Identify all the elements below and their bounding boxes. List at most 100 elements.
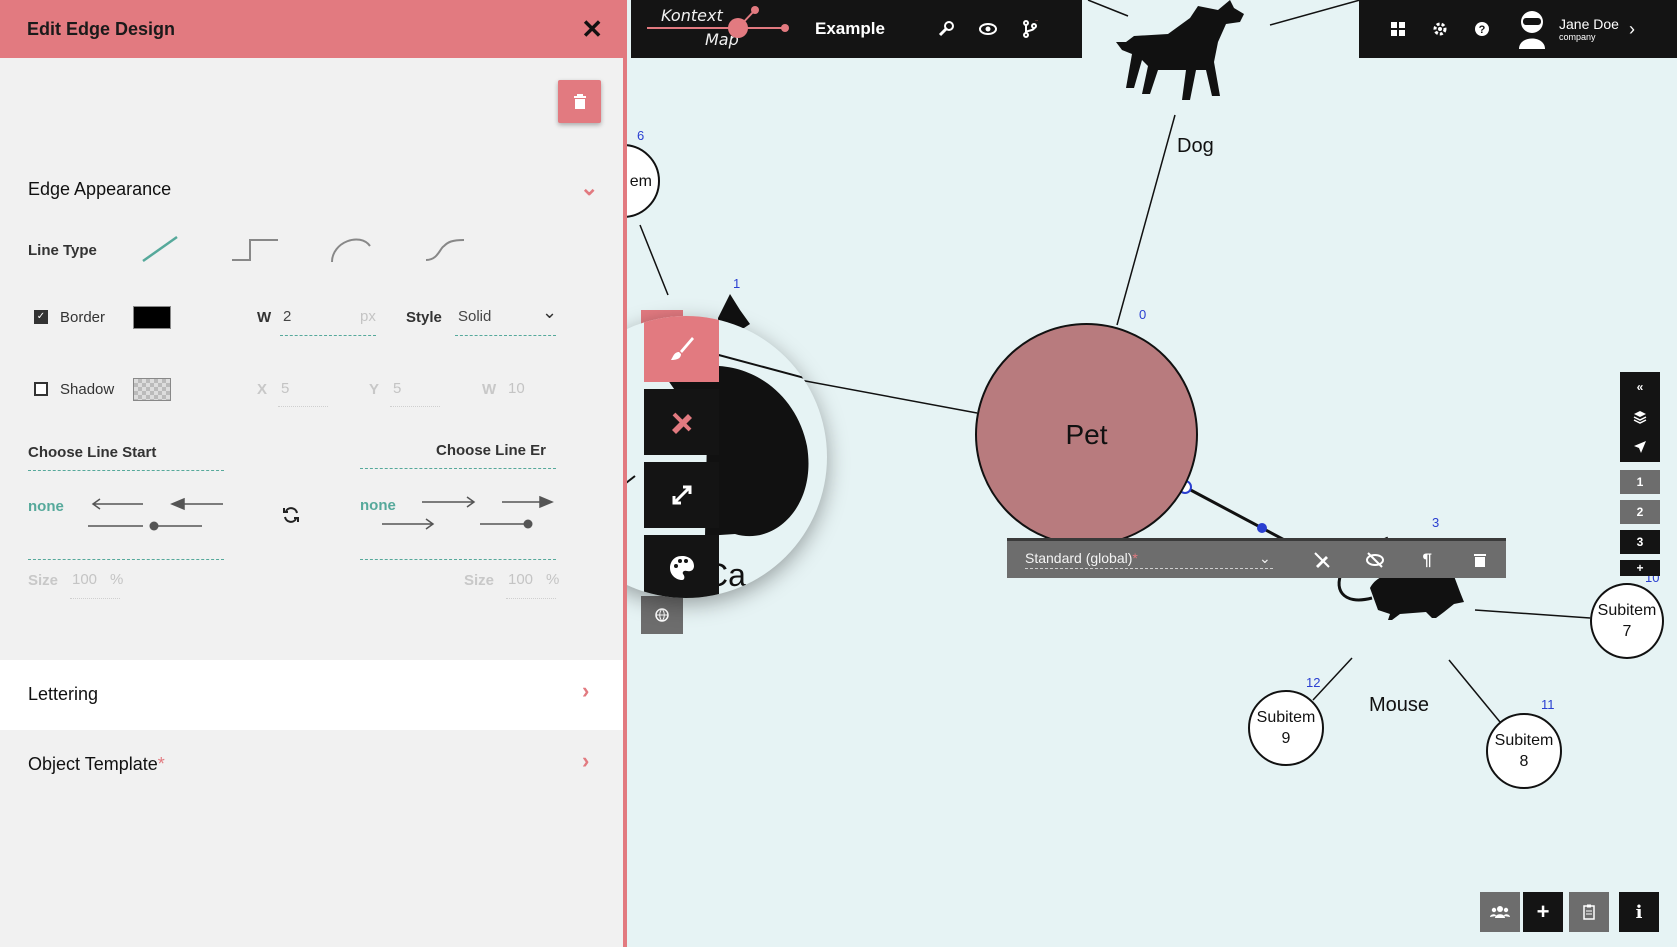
border-style-label: Style — [406, 309, 442, 326]
line-type-s-curve-option[interactable] — [424, 236, 466, 264]
edge-design-select[interactable]: Standard (global)* ⌄ — [1025, 550, 1273, 569]
add-level-button[interactable]: + — [1620, 560, 1660, 576]
shadow-y-input[interactable]: 5 — [393, 380, 401, 397]
map-title[interactable]: Example — [815, 19, 925, 39]
line-end-underline — [360, 468, 556, 469]
line-start-size-underline — [70, 598, 120, 599]
check-icon: ✓ — [36, 311, 46, 322]
node-subitem8[interactable]: Subitem 8 — [1486, 713, 1562, 789]
line-type-straight-option[interactable] — [140, 234, 180, 264]
edit-edge-design-panel: Edit Edge Design ✕ Edge Appearance ⌄ Lin… — [0, 0, 627, 947]
chevron-right-icon: › — [582, 678, 590, 703]
node-pet-label: Pet — [1065, 419, 1108, 450]
eye-slash-icon — [1365, 551, 1384, 568]
info-button[interactable]: i — [1619, 892, 1659, 932]
delete-design-button[interactable] — [558, 80, 601, 123]
navigate-button[interactable] — [1620, 432, 1660, 462]
edge-design-select-value: Standard (global) — [1025, 550, 1133, 566]
expand-arrows-icon — [672, 485, 691, 505]
node-pet[interactable]: Pet — [975, 323, 1198, 546]
clipboard-button[interactable] — [1569, 892, 1609, 932]
settings-button[interactable] — [1419, 0, 1461, 58]
shadow-x-label: X — [257, 381, 268, 398]
section-edge-appearance[interactable]: Edge Appearance — [28, 179, 171, 200]
help-button[interactable]: ? — [1461, 0, 1503, 58]
view-button[interactable] — [967, 0, 1009, 58]
shadow-x-input[interactable]: 5 — [281, 380, 289, 397]
chevron-down-icon[interactable]: ⌄ — [580, 175, 598, 201]
shadow-y-underline — [390, 406, 440, 407]
collapse-panel-button[interactable]: « — [1620, 372, 1660, 402]
border-width-underline — [280, 335, 376, 336]
globe-button[interactable] — [641, 596, 683, 634]
swap-arrows-button[interactable] — [282, 506, 300, 524]
node-subitem7[interactable]: Subitem 7 — [1590, 583, 1664, 659]
color-palette-button[interactable] — [644, 535, 719, 598]
user-menu[interactable]: Jane Doe company › — [1515, 9, 1635, 49]
edge-top-2 — [1269, 0, 1361, 26]
add-node-button[interactable]: + — [1523, 892, 1563, 932]
resize-button[interactable] — [644, 462, 719, 528]
border-checkbox[interactable]: ✓ — [34, 310, 48, 324]
app-logo[interactable]: Kontext Map — [645, 0, 815, 58]
node-number-left: 6 — [637, 128, 645, 143]
node-mouse-label: Mouse — [1369, 694, 1430, 716]
edge-context-toolbar: Standard (global)* ⌄ ¶ — [1007, 538, 1506, 578]
hide-edge-button[interactable] — [1349, 542, 1401, 578]
layers-button[interactable] — [1620, 402, 1660, 432]
line-type-curved-option[interactable] — [330, 236, 372, 264]
shadow-w-label: W — [482, 381, 497, 398]
edit-design-button[interactable] — [644, 389, 719, 455]
line-end-size-underline — [506, 598, 556, 599]
design-brush-button[interactable] — [644, 316, 719, 382]
node-number-mouse: 3 — [1432, 515, 1440, 530]
level-3-button[interactable]: 3 — [1620, 530, 1660, 554]
dashboard-button[interactable] — [1377, 0, 1419, 58]
delete-edge-button[interactable] — [1454, 542, 1506, 578]
line-start-marker-options[interactable] — [88, 496, 228, 536]
level-2-button[interactable]: 2 — [1620, 500, 1660, 524]
globe-icon — [655, 608, 669, 622]
border-style-select[interactable]: Solid — [458, 308, 491, 325]
edge-label-button[interactable]: ¶ — [1401, 542, 1453, 578]
wrench-icon — [938, 21, 954, 37]
lettering-label: Lettering — [28, 684, 99, 704]
arrow-open-start-icon — [91, 498, 143, 510]
subitem8-line1: Subitem — [1494, 732, 1554, 749]
node-number-subitem9: 12 — [1306, 675, 1321, 690]
layers-icon — [1633, 411, 1647, 424]
users-icon — [1490, 906, 1510, 918]
edge-handle-mid — [1257, 523, 1267, 533]
clipboard-icon — [1583, 904, 1595, 920]
border-color-swatch[interactable] — [133, 306, 171, 329]
versions-button[interactable]: * — [1009, 0, 1051, 58]
shadow-checkbox[interactable] — [34, 382, 48, 396]
shadow-w-input[interactable]: 10 — [508, 380, 525, 397]
collaborators-button[interactable] — [1480, 892, 1520, 932]
line-type-orthogonal-option[interactable] — [230, 236, 280, 264]
plus-icon: + — [1536, 899, 1550, 924]
shadow-color-swatch[interactable] — [133, 378, 171, 401]
tools-button[interactable] — [925, 0, 967, 58]
subitem9-line2: 9 — [1281, 730, 1291, 747]
border-width-input[interactable]: 2 — [283, 308, 291, 325]
edge-top-1 — [1087, 0, 1129, 17]
section-lettering[interactable]: Lettering › — [0, 660, 623, 730]
line-end-marker-options[interactable] — [380, 494, 560, 534]
node-number-pet: 0 — [1139, 307, 1147, 322]
level-1-button[interactable]: 1 — [1620, 470, 1660, 494]
line-type-label: Line Type — [28, 242, 97, 259]
dog-image — [1116, 0, 1244, 100]
line-end-size-input[interactable]: 100 — [508, 571, 533, 588]
gear-icon — [1433, 22, 1447, 36]
paint-brush-icon — [670, 337, 694, 360]
node-subitem9[interactable]: Subitem 9 — [1248, 690, 1324, 766]
line-start-size-unit: % — [110, 571, 124, 588]
line-start-none-option[interactable]: none — [28, 498, 64, 515]
edit-edge-design-button[interactable] — [1296, 542, 1348, 578]
close-panel-button[interactable]: ✕ — [581, 16, 603, 42]
subitem7-line2: 7 — [1622, 623, 1632, 640]
line-start-size-input[interactable]: 100 — [72, 571, 97, 588]
node-left-partial-label: em — [629, 172, 652, 190]
section-object-template[interactable]: Object Template* › — [0, 730, 623, 798]
